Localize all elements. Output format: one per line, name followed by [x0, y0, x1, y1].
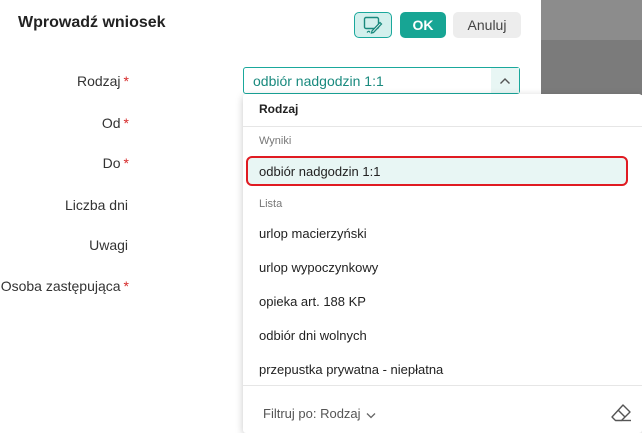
- required-mark: *: [123, 278, 129, 294]
- dropdown-option[interactable]: odbiór dni wolnych: [259, 328, 367, 343]
- chevron-down-icon: [366, 407, 376, 422]
- filter-by-button[interactable]: Filtruj po: Rodzaj: [263, 406, 376, 422]
- ok-button[interactable]: OK: [400, 12, 446, 38]
- sign-document-button[interactable]: [354, 12, 392, 38]
- dropdown-option[interactable]: urlop macierzyński: [259, 226, 367, 241]
- rodzaj-dropdown: Rodzaj Wyniki odbiór nadgodzin 1:1 Lista…: [243, 94, 642, 433]
- backdrop-overlay-lower: [541, 40, 642, 95]
- dropdown-option[interactable]: opieka art. 188 KP: [259, 294, 366, 309]
- od-label-text: Od: [101, 115, 121, 131]
- rodzaj-label-text: Rodzaj: [76, 73, 121, 89]
- results-group-label: Wyniki: [259, 135, 292, 147]
- do-label-text: Do: [102, 155, 121, 171]
- osoba-label-text: Osoba zastępująca: [0, 278, 121, 294]
- rodzaj-select-value: odbiór nadgodzin 1:1: [253, 73, 384, 89]
- rodzaj-select[interactable]: odbiór nadgodzin 1:1: [243, 67, 520, 94]
- dropdown-option[interactable]: urlop wypoczynkowy: [259, 260, 378, 275]
- divider: [243, 385, 642, 386]
- dialog-title: Wprowadź wniosek: [18, 14, 166, 31]
- signature-icon: [363, 16, 383, 34]
- backdrop-overlay: [541, 0, 642, 40]
- required-mark: *: [123, 155, 129, 171]
- dropdown-option[interactable]: przepustka prywatna - niepłatna: [259, 362, 443, 377]
- eraser-icon[interactable]: [610, 403, 632, 423]
- uwagi-label: Uwagi: [89, 237, 128, 253]
- do-label: Do *: [103, 155, 129, 171]
- rodzaj-label: Rodzaj *: [77, 73, 129, 89]
- dropdown-option-label: odbiór nadgodzin 1:1: [259, 164, 381, 179]
- divider: [243, 126, 642, 127]
- list-group-label: Lista: [259, 198, 283, 210]
- liczba-dni-label: Liczba dni: [64, 197, 128, 213]
- screen: Wprowadź wniosek OK Anuluj Rodzaj * Od * D…: [0, 0, 642, 433]
- dropdown-option-selected[interactable]: odbiór nadgodzin 1:1: [246, 156, 628, 186]
- filter-label: Filtruj po: Rodzaj: [263, 406, 361, 421]
- required-mark: *: [123, 73, 129, 89]
- osoba-zastepujaca-label: Osoba zastępująca *: [1, 278, 129, 294]
- dropdown-header: Rodzaj: [259, 102, 299, 116]
- required-mark: *: [123, 115, 129, 131]
- cancel-button[interactable]: Anuluj: [453, 12, 521, 38]
- chevron-up-icon[interactable]: [491, 68, 519, 93]
- od-label: Od *: [102, 115, 129, 131]
